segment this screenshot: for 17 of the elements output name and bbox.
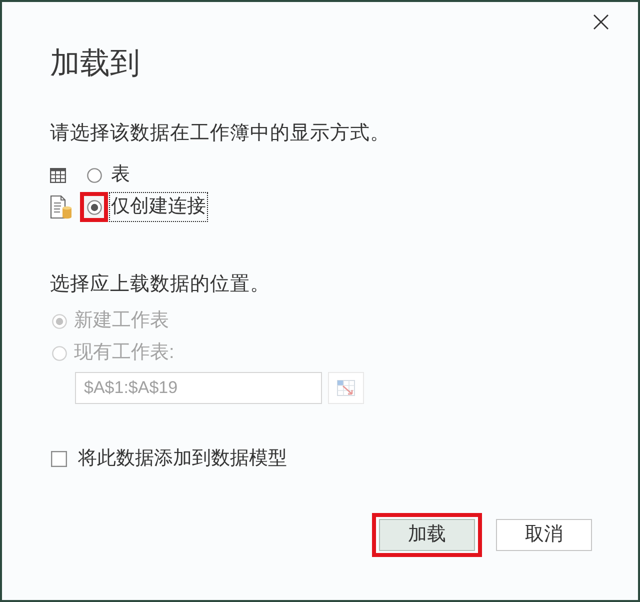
close-icon: [593, 14, 609, 30]
range-picker-button[interactable]: [328, 372, 364, 404]
radio-button[interactable]: [86, 168, 102, 182]
cancel-button[interactable]: 取消: [496, 519, 592, 551]
close-button[interactable]: [592, 13, 610, 31]
load-button[interactable]: 加载: [379, 519, 475, 551]
radio-label[interactable]: 仅创建连接: [109, 192, 208, 222]
radio-button[interactable]: [86, 200, 102, 214]
grid-arrow-icon: [337, 380, 355, 396]
checkbox-label[interactable]: 将此数据添加到数据模型: [78, 447, 287, 471]
dialog-title: 加载到: [50, 46, 140, 82]
section-prompt: 请选择该数据在工作簿中的显示方式。: [50, 121, 390, 146]
radio-label[interactable]: 表: [109, 163, 132, 187]
section-prompt: 选择应上载数据的位置。: [50, 272, 270, 297]
table-icon: [50, 168, 66, 182]
checkbox[interactable]: [51, 451, 67, 467]
document-database-icon: [50, 195, 72, 219]
